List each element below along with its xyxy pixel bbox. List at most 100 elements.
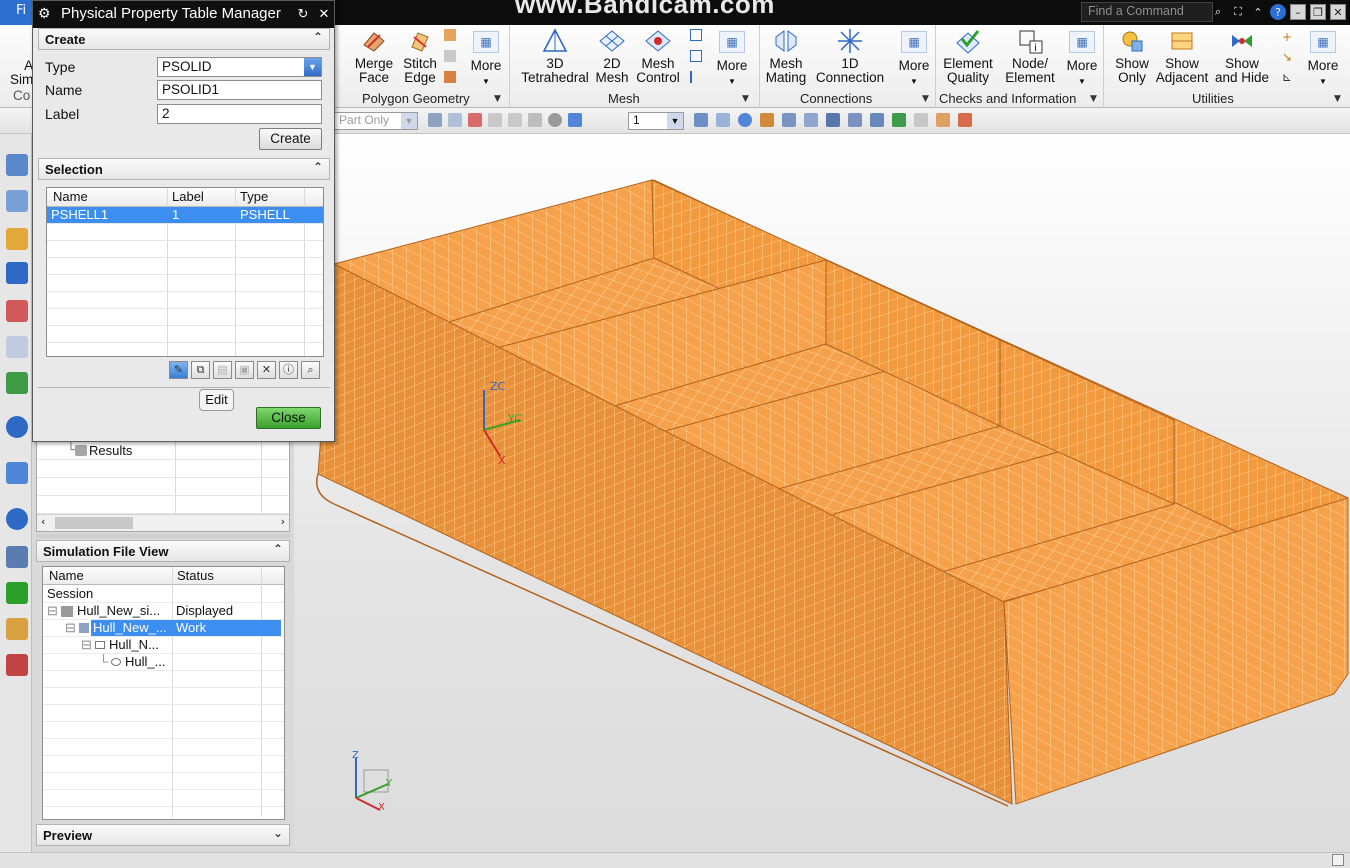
view-cube-icon[interactable] xyxy=(826,113,840,127)
part-navigator-icon[interactable] xyxy=(6,228,28,250)
ribbon-partial-button[interactable]: A Sim Co xyxy=(10,59,33,103)
mesh-group-dropdown[interactable]: ▼ xyxy=(742,94,749,104)
tree-row-part[interactable]: └ Hull_... xyxy=(43,654,284,671)
system-materials-icon[interactable] xyxy=(6,462,28,484)
dialog-title-bar[interactable]: ⚙ Physical Property Table Manager ↻ ✕ xyxy=(33,1,334,28)
vector-icon[interactable]: ↘ xyxy=(1282,51,1294,63)
palette-icon[interactable] xyxy=(958,113,972,127)
palette-roles-icon[interactable] xyxy=(6,372,28,394)
web-browser-icon[interactable] xyxy=(6,416,28,438)
2d-mesh-button[interactable]: 2D Mesh xyxy=(594,27,630,85)
rotate-icon[interactable] xyxy=(738,113,752,127)
connections-more-button[interactable]: ▦ More ▼ xyxy=(896,27,932,89)
pick-icon[interactable] xyxy=(508,113,522,127)
show-only-button[interactable]: Show Only xyxy=(1110,27,1154,85)
utilities-group-dropdown[interactable]: ▼ xyxy=(1334,94,1341,104)
info-icon[interactable]: ⓘ xyxy=(279,361,298,379)
clip-icon[interactable] xyxy=(848,113,862,127)
constraint-navigator-icon[interactable] xyxy=(6,262,28,284)
0d-mesh-icon[interactable] xyxy=(690,50,702,62)
color-icon[interactable] xyxy=(936,113,950,127)
copy-icon[interactable]: ⧉ xyxy=(191,361,210,379)
graphics-window[interactable]: ZC YC X Z Y X xyxy=(294,134,1350,852)
history-icon[interactable] xyxy=(6,336,28,358)
column-type[interactable]: Type xyxy=(240,189,268,204)
clock-icon[interactable] xyxy=(6,508,28,530)
tree-row-idealized[interactable]: ⊟ Hull_N... xyxy=(43,637,284,654)
close-button[interactable]: Close xyxy=(256,407,321,429)
chevron-up-icon[interactable]: ⌃ xyxy=(273,542,283,556)
find-icon[interactable]: ⌕ xyxy=(301,361,320,379)
polygon-more-button[interactable]: ▦ More ▼ xyxy=(468,27,504,89)
label-input[interactable]: 2 xyxy=(157,104,322,124)
column-name[interactable]: Name xyxy=(53,189,88,204)
preview-header[interactable]: Preview ⌄ xyxy=(36,824,290,846)
file-menu-tab[interactable]: Fi xyxy=(0,0,34,25)
gear-icon[interactable]: ⚙ xyxy=(38,5,51,22)
merge-face-button[interactable]: Merge Face xyxy=(354,27,394,85)
property-row[interactable]: PSHELL1 1 PSHELL xyxy=(47,207,323,224)
layer-icon[interactable] xyxy=(914,113,928,127)
section-icon[interactable] xyxy=(870,113,884,127)
mesh-mating-button[interactable]: Mesh Mating xyxy=(764,27,808,85)
search-icon[interactable]: ⌕ xyxy=(1210,4,1226,20)
help-icon[interactable]: ? xyxy=(1270,4,1286,20)
1d-mesh-icon[interactable] xyxy=(690,29,702,41)
collapse-icon[interactable]: ⊟ xyxy=(47,603,58,619)
3d-tetrahedral-button[interactable]: 3D Tetrahedral xyxy=(518,27,592,85)
utilities-more-button[interactable]: ▦ More ▼ xyxy=(1304,27,1342,89)
horizontal-scrollbar[interactable]: ‹ › xyxy=(37,514,289,531)
find-command-input[interactable]: Find a Command xyxy=(1081,2,1213,22)
chevron-down-icon[interactable]: ⌄ xyxy=(273,826,283,840)
sim-file-view-header[interactable]: Simulation File View ⌃ xyxy=(36,540,290,562)
restore-icon[interactable]: ❐ xyxy=(1310,4,1326,20)
lasso-icon[interactable] xyxy=(488,113,502,127)
roles-icon[interactable] xyxy=(6,618,28,640)
fit-icon[interactable] xyxy=(694,113,708,127)
repair-icon[interactable] xyxy=(444,71,456,83)
part-filter-select[interactable]: Part Only ▼ xyxy=(334,112,418,130)
create-section-header[interactable]: Create ⌃ xyxy=(38,28,330,50)
delete-icon[interactable]: ✕ xyxy=(257,361,276,379)
stitch-edge-button[interactable]: Stitch Edge xyxy=(400,27,440,85)
navigator-row-results[interactable]: └ Results xyxy=(37,443,289,460)
show-adjacent-button[interactable]: Show Adjacent xyxy=(1154,27,1210,85)
selection-section-header[interactable]: Selection ⌃ xyxy=(38,158,330,180)
orient-icon[interactable] xyxy=(782,113,796,127)
cube-icon[interactable] xyxy=(568,113,582,127)
delete-unused-icon[interactable]: ▣ xyxy=(235,361,254,379)
calendar-icon[interactable] xyxy=(6,654,28,676)
assembly-navigator-icon[interactable] xyxy=(6,190,28,212)
tree-row-sim[interactable]: ⊟ Hull_New_si... Displayed xyxy=(43,603,284,620)
show-and-hide-button[interactable]: Show and Hide xyxy=(1212,27,1272,85)
pan-icon[interactable] xyxy=(760,113,774,127)
column-label[interactable]: Label xyxy=(172,189,204,204)
sim-navigator-icon[interactable] xyxy=(6,154,28,176)
display-icon[interactable] xyxy=(892,113,906,127)
checks-more-button[interactable]: ▦ More ▼ xyxy=(1064,27,1100,89)
scrollbar-thumb[interactable] xyxy=(55,517,133,529)
type-select[interactable]: PSOLID ▼ xyxy=(157,57,322,77)
chevron-up-icon[interactable]: ⌃ xyxy=(313,30,323,44)
zoom-icon[interactable] xyxy=(716,113,730,127)
reports-icon[interactable] xyxy=(6,546,28,568)
connections-group-dropdown[interactable]: ▼ xyxy=(922,94,929,104)
collapse-icon[interactable]: ⊟ xyxy=(65,620,76,636)
select-icon[interactable] xyxy=(428,113,442,127)
create-button[interactable]: Create xyxy=(259,128,322,150)
tree-row-fem[interactable]: ⊟ Hull_New_... Work xyxy=(43,620,284,637)
fit-window-icon[interactable]: ⛶ xyxy=(1230,4,1246,20)
scroll-left-icon[interactable]: ‹ xyxy=(41,515,45,528)
column-name[interactable]: Name xyxy=(49,568,84,583)
close-icon[interactable]: ✕ xyxy=(316,6,332,22)
element-quality-button[interactable]: Element Quality xyxy=(940,27,996,85)
split-face-icon[interactable] xyxy=(444,29,456,41)
curve-mesh-icon[interactable] xyxy=(690,71,702,83)
filter-icon[interactable] xyxy=(468,113,482,127)
mesh-more-button[interactable]: ▦ More ▼ xyxy=(714,27,750,89)
panel-splitter[interactable] xyxy=(36,534,290,538)
reset-icon[interactable]: ↻ xyxy=(295,6,311,22)
status-toggle-icon[interactable] xyxy=(1332,854,1344,866)
checks-group-dropdown[interactable]: ▼ xyxy=(1090,94,1097,104)
collapse-icon[interactable]: ⊟ xyxy=(81,637,92,653)
